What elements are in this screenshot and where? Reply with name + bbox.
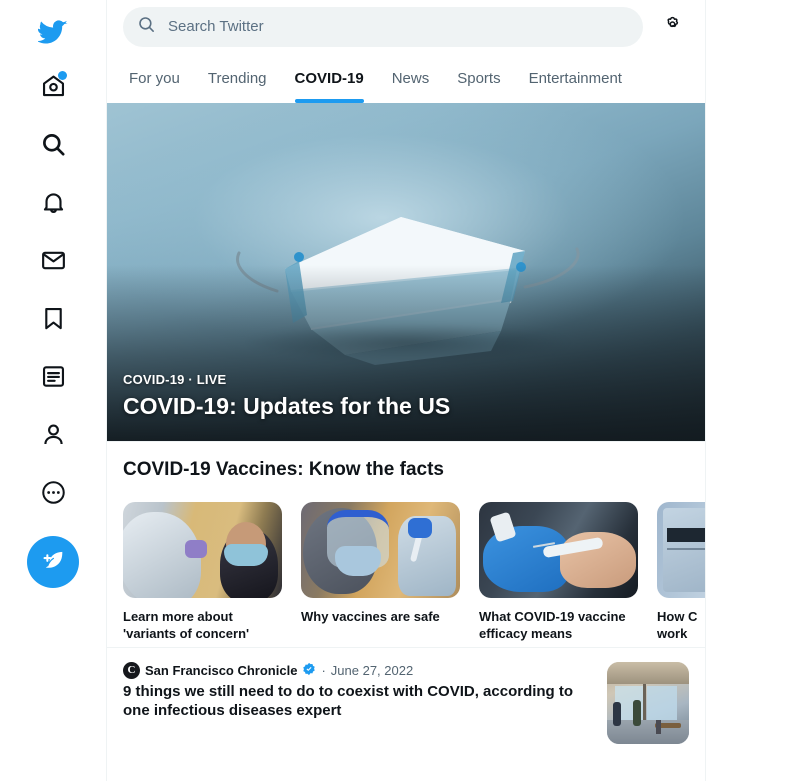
explore-scroll-area: COVID-19 · LIVE COVID-19: Updates for th… xyxy=(107,103,705,781)
tab-label: Trending xyxy=(207,69,267,87)
person-icon xyxy=(40,421,67,448)
vaccine-cards-carousel[interactable]: Learn more about 'variants of concern' W… xyxy=(107,501,705,643)
sidebar-item-notifications[interactable] xyxy=(27,176,79,228)
twitter-explore-page: Search Twitter For you Trending COVID-19… xyxy=(0,0,802,781)
vaccine-card-label-line2: work xyxy=(657,626,688,642)
news-headline: 9 things we still need to do to coexist … xyxy=(123,682,574,720)
sidebar-item-explore[interactable] xyxy=(27,118,79,170)
twitter-bird-icon xyxy=(38,17,68,47)
twitter-logo-button[interactable] xyxy=(27,6,79,58)
news-thumbnail-image xyxy=(607,661,689,744)
vaccine-card-label: Learn more about 'variants of concern' xyxy=(123,608,250,642)
explore-topbar: Search Twitter xyxy=(107,0,705,53)
search-placeholder-text: Search Twitter xyxy=(168,18,264,35)
lists-icon xyxy=(40,363,67,390)
sidebar-item-bookmarks[interactable] xyxy=(27,292,79,344)
envelope-icon xyxy=(40,247,67,274)
tab-label: Entertainment xyxy=(528,69,622,87)
tab-entertainment[interactable]: Entertainment xyxy=(515,53,636,103)
right-gutter xyxy=(706,0,802,781)
news-date: June 27, 2022 xyxy=(330,662,414,678)
nurse-preparing-vaccine-image xyxy=(301,501,460,598)
separator-dot: · xyxy=(321,662,326,678)
section-title: COVID-19 Vaccines: Know the facts xyxy=(123,459,444,480)
verified-badge-icon xyxy=(302,662,316,679)
gear-icon xyxy=(662,14,683,40)
vaccine-card-label: How C work xyxy=(657,608,705,643)
tab-label: News xyxy=(391,69,430,87)
news-source-name: San Francisco Chronicle xyxy=(145,662,298,678)
tab-label: For you xyxy=(129,69,180,87)
vaccine-card[interactable]: Why vaccines are safe xyxy=(301,501,460,643)
bookmark-icon xyxy=(40,305,67,332)
covid-swab-test-image xyxy=(123,501,282,598)
compose-tweet-button[interactable] xyxy=(27,536,79,588)
news-source-row: C San Francisco Chronicle · June 27, 202… xyxy=(123,661,595,679)
home-notification-dot xyxy=(58,71,67,80)
sidebar-item-profile[interactable] xyxy=(27,408,79,460)
vaccine-card-label: What COVID-19 vaccine efficacy means xyxy=(479,608,626,642)
hero-title: COVID-19: Updates for the US xyxy=(123,393,451,420)
vaccine-card[interactable]: Learn more about 'variants of concern' xyxy=(123,501,282,643)
vaccine-card-label-line1: How C xyxy=(657,608,698,624)
sidebar-item-lists[interactable] xyxy=(27,350,79,402)
explore-tabs: For you Trending COVID-19 News Sports En… xyxy=(107,53,705,103)
primary-sidebar xyxy=(0,0,107,781)
vaccine-card[interactable]: What COVID-19 vaccine efficacy means xyxy=(479,501,638,643)
sidebar-item-home[interactable] xyxy=(27,60,79,112)
news-article-item[interactable]: C San Francisco Chronicle · June 27, 202… xyxy=(107,646,705,760)
tab-news[interactable]: News xyxy=(378,53,444,103)
search-input[interactable]: Search Twitter xyxy=(123,6,643,47)
bell-icon xyxy=(40,189,67,216)
explore-main-column: Search Twitter For you Trending COVID-19… xyxy=(107,0,706,781)
tab-label: COVID-19 xyxy=(294,69,364,87)
sidebar-item-messages[interactable] xyxy=(27,234,79,286)
tab-sports[interactable]: Sports xyxy=(443,53,514,103)
news-article-body: C San Francisco Chronicle · June 27, 202… xyxy=(123,661,595,744)
tab-label: Sports xyxy=(457,69,501,87)
hero-kicker: COVID-19 · LIVE xyxy=(123,372,227,388)
hero-text-overlay: COVID-19 · LIVE COVID-19: Updates for th… xyxy=(123,372,690,421)
hero-covid-updates-card[interactable]: COVID-19 · LIVE COVID-19: Updates for th… xyxy=(107,103,705,441)
vaccine-facts-section: COVID-19 Vaccines: Know the facts Learn … xyxy=(107,441,705,647)
tab-for-you[interactable]: For you xyxy=(115,53,194,103)
search-icon xyxy=(40,131,67,158)
tab-covid-19[interactable]: COVID-19 xyxy=(281,53,378,103)
explore-settings-button[interactable] xyxy=(655,10,689,44)
source-avatar: C xyxy=(123,661,140,679)
vaccine-freezer-image xyxy=(657,501,705,598)
search-icon xyxy=(137,15,156,39)
feather-plus-icon xyxy=(40,548,66,577)
more-ellipsis-icon xyxy=(40,479,67,506)
vaccine-card-label: Why vaccines are safe xyxy=(301,608,440,624)
tab-trending[interactable]: Trending xyxy=(194,53,281,103)
vaccine-card[interactable]: How C work xyxy=(657,501,705,643)
gloved-hand-syringe-image xyxy=(479,501,638,598)
sidebar-item-more[interactable] xyxy=(27,466,79,518)
